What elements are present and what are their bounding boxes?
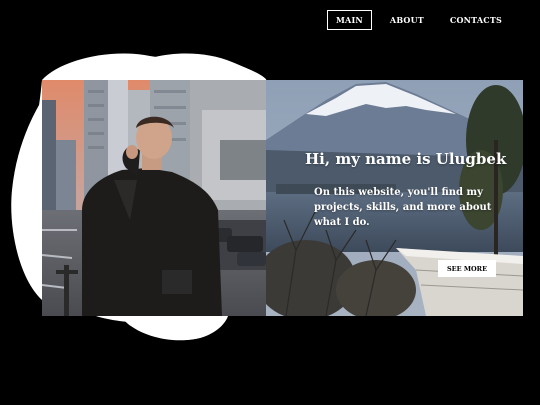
portrait-photo xyxy=(42,80,266,316)
nav-main-link[interactable]: MAIN xyxy=(326,10,372,30)
hero-title: Hi, my name is Ulugbek xyxy=(305,150,507,168)
nav-about-link[interactable]: ABOUT xyxy=(382,11,432,29)
page: MAIN ABOUT CONTACTS Hi, my name is Ulugb… xyxy=(0,0,540,405)
see-more-button[interactable]: SEE MORE xyxy=(438,260,496,277)
hero-description: On this website, you'll find my projects… xyxy=(314,187,492,228)
top-nav: MAIN ABOUT CONTACTS xyxy=(326,10,510,30)
nav-contacts-link[interactable]: CONTACTS xyxy=(442,11,510,29)
